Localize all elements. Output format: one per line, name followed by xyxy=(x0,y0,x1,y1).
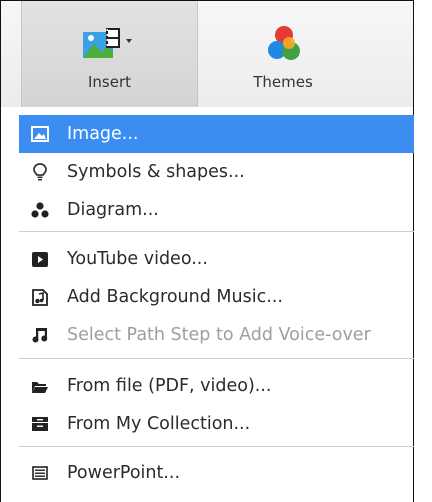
menu-item-label: From My Collection... xyxy=(67,414,251,434)
insert-button[interactable]: Insert xyxy=(21,1,198,107)
collection-icon xyxy=(29,413,51,435)
folder-icon xyxy=(29,375,51,397)
menu-item-label: PowerPoint... xyxy=(67,463,181,483)
menu-item-label: Select Path Step to Add Voice-over xyxy=(67,325,371,345)
themes-label: Themes xyxy=(253,73,313,91)
powerpoint-icon xyxy=(29,462,51,484)
lightbulb-icon xyxy=(29,161,51,183)
menu-item-background-music[interactable]: Add Background Music... xyxy=(19,278,414,316)
menu-item-voice-over[interactable]: Select Path Step to Add Voice-over xyxy=(19,316,414,354)
menu-separator xyxy=(19,358,414,359)
toolbar: Insert Themes xyxy=(0,0,414,107)
menu-item-image[interactable]: Image... xyxy=(19,115,414,153)
insert-label: Insert xyxy=(87,73,132,91)
menu-item-diagram[interactable]: Diagram... xyxy=(19,191,414,229)
menu-item-label: Symbols & shapes... xyxy=(67,162,245,182)
music-file-icon xyxy=(29,286,51,308)
music-note-icon xyxy=(29,324,51,346)
themes-button[interactable]: Themes xyxy=(198,1,368,107)
insert-menu-window: Insert Themes Image... Symbols & shapes.… xyxy=(0,0,432,502)
menu-separator xyxy=(19,446,414,447)
menu-item-label: YouTube video... xyxy=(67,249,208,269)
themes-color-icon xyxy=(268,26,300,60)
menu-item-label: Add Background Music... xyxy=(67,287,283,307)
menu-item-powerpoint[interactable]: PowerPoint... xyxy=(19,454,414,492)
insert-dropdown-menu: Image... Symbols & shapes... Diagram... … xyxy=(0,107,414,502)
menu-item-from-file[interactable]: From file (PDF, video)... xyxy=(19,367,414,405)
menu-separator xyxy=(19,231,414,232)
image-icon xyxy=(29,123,51,145)
menu-item-label: From file (PDF, video)... xyxy=(67,376,272,396)
menu-item-youtube-video[interactable]: YouTube video... xyxy=(19,240,414,278)
menu-item-my-collection[interactable]: From My Collection... xyxy=(19,405,414,443)
menu-item-symbols-shapes[interactable]: Symbols & shapes... xyxy=(19,153,414,191)
play-icon xyxy=(29,248,51,270)
diagram-icon xyxy=(29,199,51,221)
insert-media-icon xyxy=(83,28,132,58)
menu-item-label: Image... xyxy=(67,124,139,144)
menu-item-label: Diagram... xyxy=(67,200,159,220)
